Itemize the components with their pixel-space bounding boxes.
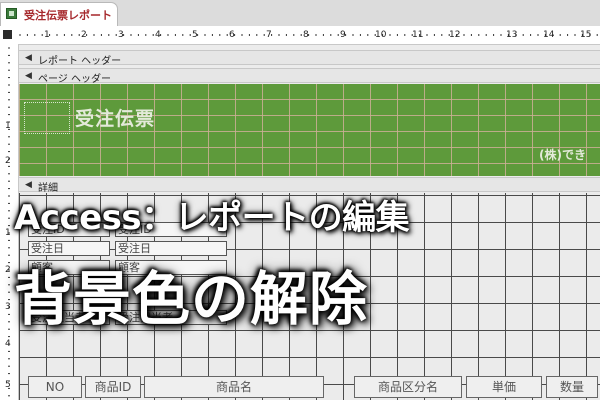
column-header-no[interactable]: NO <box>28 376 82 398</box>
column-header-product-id[interactable]: 商品ID <box>85 376 141 398</box>
report-header-label: レポート ヘッダー <box>38 56 122 67</box>
ruler-label: 13 <box>506 30 518 40</box>
report-title-label[interactable]: 受注伝票 <box>75 104 155 131</box>
overlay-caption-title: 背景色の解除 <box>14 265 369 333</box>
ruler-label: 5 <box>5 380 11 390</box>
ruler-label: 7 <box>266 30 272 40</box>
ruler-label: 2 <box>5 265 11 275</box>
column-header-quantity[interactable]: 数量 <box>546 376 598 398</box>
ruler-label: 15 <box>580 30 592 40</box>
section-arrow-icon: ◀ <box>25 53 32 63</box>
ruler-label: 4 <box>5 339 11 349</box>
report-header-section-bar[interactable]: ◀ レポート ヘッダー <box>19 50 600 67</box>
empty-control-placeholder[interactable] <box>24 102 70 134</box>
page-header-section-bar[interactable]: ◀ ページ ヘッダー <box>19 68 600 85</box>
report-tab-label: 受注伝票レポート <box>24 9 112 22</box>
column-header-unit-price[interactable]: 単価 <box>466 376 542 398</box>
column-header-product-name[interactable]: 商品名 <box>144 376 324 398</box>
ruler-label: 3 <box>118 30 124 40</box>
ruler-label: 9 <box>340 30 346 40</box>
ruler-label: 8 <box>303 30 309 40</box>
company-name-label[interactable]: (株)でき <box>539 146 586 163</box>
ruler-label: 11 <box>412 30 424 40</box>
ruler-label: 4 <box>155 30 161 40</box>
section-arrow-icon: ◀ <box>25 71 32 81</box>
ruler-label: 3 <box>5 302 11 312</box>
document-tab-strip: 受注伝票レポート <box>0 0 600 27</box>
ruler-label: 5 <box>192 30 198 40</box>
report-icon <box>6 8 17 19</box>
ruler-label: 1 <box>5 228 11 238</box>
ruler-label: 6 <box>229 30 235 40</box>
ruler-label: 1 <box>5 121 11 131</box>
ruler-label: 2 <box>81 30 87 40</box>
column-header-category[interactable]: 商品区分名 <box>354 376 462 398</box>
ruler-label: 10 <box>375 30 387 40</box>
page-header-band[interactable]: 受注伝票 (株)でき <box>19 84 600 176</box>
ruler-label: 2 <box>5 156 11 166</box>
page-header-label: ページ ヘッダー <box>38 74 111 85</box>
overlay-caption-subtitle: Access：レポートの編集 <box>14 198 410 238</box>
horizontal-ruler: 1 2 3 4 5 6 7 8 9 10 11 12 13 14 15 <box>0 26 600 45</box>
ruler-label: 12 <box>449 30 461 40</box>
ruler-label: 14 <box>543 30 555 40</box>
section-arrow-icon: ◀ <box>25 180 32 190</box>
report-tab[interactable]: 受注伝票レポート <box>0 2 118 26</box>
ruler-label: 1 <box>44 30 50 40</box>
